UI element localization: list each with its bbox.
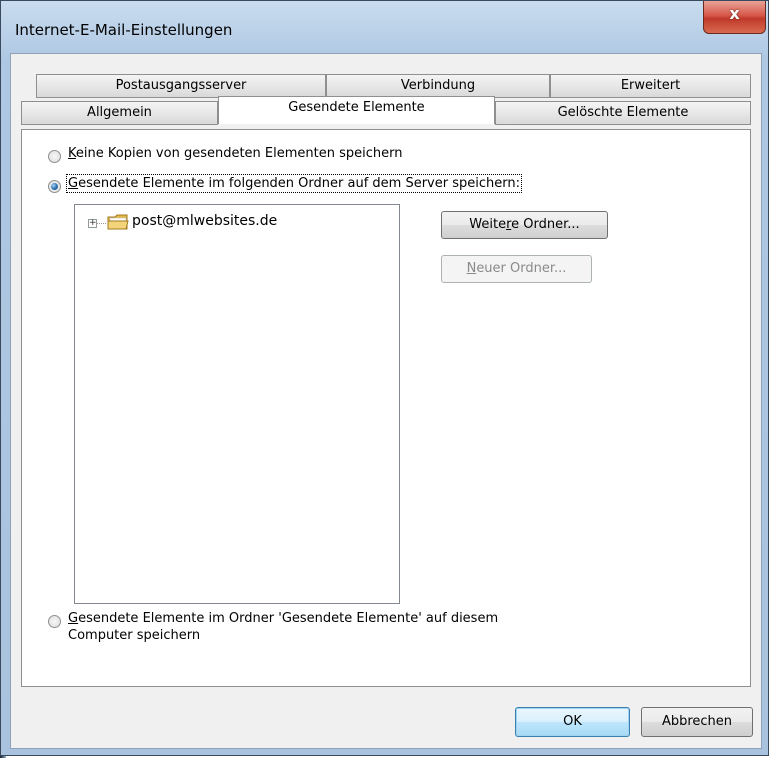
button-text: Weite bbox=[469, 217, 507, 232]
tab-label: Erweitert bbox=[620, 78, 681, 93]
tree-connector bbox=[97, 223, 106, 224]
tab-label: Gesendete Elemente bbox=[288, 100, 425, 115]
button-text: OK bbox=[563, 714, 582, 729]
radio-no-copies[interactable] bbox=[48, 150, 61, 163]
tab-erweitert[interactable]: Erweitert bbox=[550, 74, 751, 98]
tab-verbindung[interactable]: Verbindung bbox=[326, 74, 550, 98]
button-text: Abbrechen bbox=[661, 714, 733, 729]
tree-item-mailbox[interactable]: post@mlwebsites.de bbox=[132, 213, 277, 229]
tab-label: Verbindung bbox=[400, 78, 476, 93]
radio-local-folder-label[interactable]: Gesendete Elemente im Ordner 'Gesendete … bbox=[68, 610, 498, 644]
title-bar: Internet-E-Mail-Einstellungen x bbox=[7, 1, 766, 53]
label-text: esendete Elemente im folgenden Ordner au… bbox=[78, 176, 520, 191]
tab-gesendete-elemente[interactable]: Gesendete Elemente bbox=[218, 96, 495, 124]
tab-postausgangsserver[interactable]: Postausgangsserver bbox=[36, 74, 326, 98]
ok-button[interactable]: OK bbox=[515, 707, 630, 737]
label-text: esendete Elemente im Ordner 'Gesendete E… bbox=[78, 611, 499, 626]
close-icon: x bbox=[729, 4, 740, 23]
tab-label: Gelöschte Elemente bbox=[557, 105, 689, 120]
tab-label: Postausgangsserver bbox=[115, 78, 247, 93]
access-key: G bbox=[68, 176, 79, 191]
more-folders-button[interactable]: Weitere Ordner... bbox=[441, 211, 608, 239]
label-text-line2: Computer speichern bbox=[68, 628, 201, 643]
access-key: K bbox=[68, 146, 76, 161]
button-text: euer Ordner... bbox=[476, 261, 567, 276]
label-text: eine Kopien von gesendeten Elementen spe… bbox=[75, 146, 403, 161]
tab-label: Allgemein bbox=[87, 105, 152, 120]
tab-allgemein[interactable]: Allgemein bbox=[21, 101, 218, 125]
radio-server-folder[interactable] bbox=[48, 180, 61, 193]
radio-no-copies-label[interactable]: Keine Kopien von gesendeten Elementen sp… bbox=[68, 146, 403, 161]
window-title: Internet-E-Mail-Einstellungen bbox=[15, 21, 233, 39]
expand-icon[interactable]: + bbox=[88, 219, 97, 228]
access-key: N bbox=[466, 261, 477, 276]
tab-geloeschte-elemente[interactable]: Gelöschte Elemente bbox=[495, 101, 751, 125]
radio-local-folder[interactable] bbox=[48, 615, 61, 628]
folder-tree[interactable]: + post@mlwebsites.de bbox=[74, 204, 400, 604]
folder-icon bbox=[107, 214, 129, 230]
cancel-button[interactable]: Abbrechen bbox=[641, 707, 753, 737]
close-button[interactable]: x bbox=[703, 1, 766, 34]
button-text: e Ordner... bbox=[511, 217, 580, 232]
radio-server-folder-label[interactable]: Gesendete Elemente im folgenden Ordner a… bbox=[66, 174, 522, 193]
new-folder-button[interactable]: Neuer Ordner... bbox=[441, 255, 592, 283]
access-key: G bbox=[68, 611, 79, 626]
